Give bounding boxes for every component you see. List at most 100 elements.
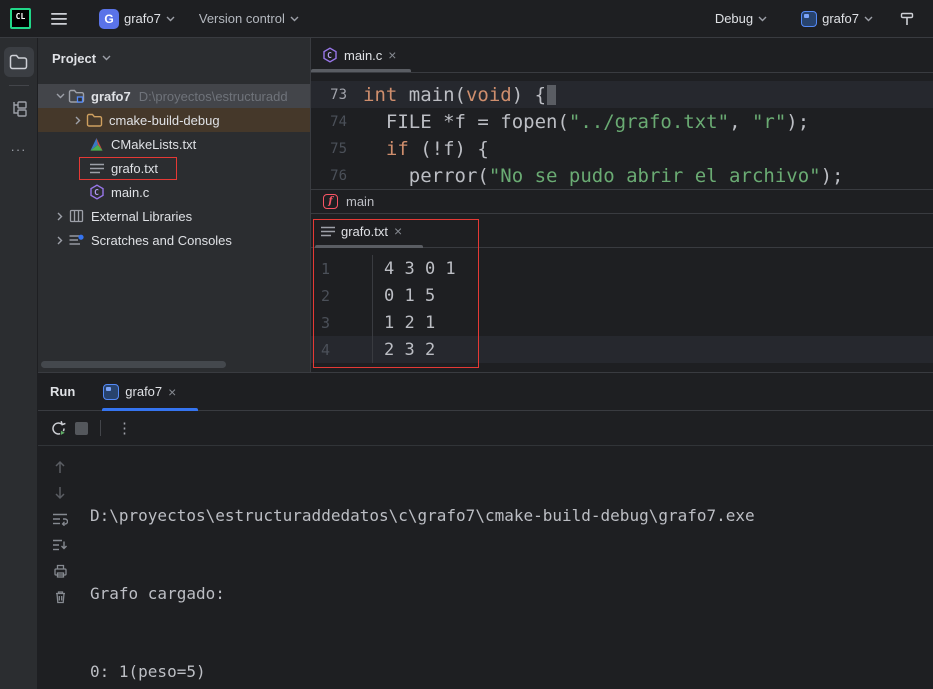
tab-main-c[interactable]: C main.c × xyxy=(311,38,406,72)
scroll-to-end-button[interactable] xyxy=(50,532,70,558)
run-tab-grafo7[interactable]: grafo7 × xyxy=(93,373,186,410)
structure-icon xyxy=(10,100,28,118)
tree-label: grafo7 xyxy=(91,89,131,104)
text-file-icon xyxy=(321,226,335,237)
c-letter: C xyxy=(94,188,99,197)
strip-divider xyxy=(9,85,29,86)
c-file-icon: C xyxy=(88,184,105,201)
close-icon[interactable]: × xyxy=(394,224,402,238)
console-output[interactable]: D:\proyectos\estructuraddedatos\c\grafo7… xyxy=(82,446,755,689)
clion-logo-icon: CL xyxy=(10,8,31,29)
project-panel-header[interactable]: Project xyxy=(38,38,310,78)
chevron-right-icon[interactable] xyxy=(52,236,68,245)
tree-row-main-c[interactable]: C main.c xyxy=(38,180,310,204)
tree-row-cmakelists[interactable]: CMakeLists.txt xyxy=(38,132,310,156)
stop-button[interactable] xyxy=(75,422,88,435)
grafo-tab-bar: grafo.txt × xyxy=(311,213,933,248)
active-tab-indicator xyxy=(315,245,423,248)
scroll-down-button[interactable] xyxy=(50,480,70,506)
structure-tool-button[interactable] xyxy=(4,94,34,124)
close-icon[interactable]: × xyxy=(168,385,176,399)
horizontal-scrollbar[interactable] xyxy=(41,361,226,368)
scroll-up-button[interactable] xyxy=(50,454,70,480)
run-toolbar: ⋮ xyxy=(38,411,933,446)
debug-mode-label: Debug xyxy=(715,11,753,26)
tree-label: CMakeLists.txt xyxy=(111,137,196,152)
tree-row-scratches[interactable]: Scratches and Consoles xyxy=(38,228,310,252)
tree-label: grafo.txt xyxy=(111,161,158,176)
project-widget-label: grafo7 xyxy=(124,11,161,26)
chevron-down-icon xyxy=(102,55,111,61)
rerun-button[interactable] xyxy=(50,420,67,437)
tab-label: grafo.txt xyxy=(341,224,388,239)
project-tool-button[interactable] xyxy=(4,47,34,77)
tab-grafo-txt[interactable]: grafo.txt × xyxy=(311,214,412,248)
line-number: 2 xyxy=(311,282,373,309)
cmake-icon xyxy=(88,136,105,153)
run-config-label: grafo7 xyxy=(822,11,859,26)
tree-row-external-libraries[interactable]: External Libraries xyxy=(38,204,310,228)
active-tab-indicator xyxy=(311,69,411,72)
line-number: 74 xyxy=(311,114,363,130)
tree-label: Scratches and Consoles xyxy=(91,233,232,248)
editor-area: C main.c × 73 int main(void) { 74 FILE *… xyxy=(310,38,933,372)
close-icon[interactable]: × xyxy=(388,48,396,62)
chevron-down-icon xyxy=(166,16,175,22)
code-line: 76 perror("No se pudo abrir el archivo")… xyxy=(311,162,933,189)
more-options-button[interactable]: ⋮ xyxy=(113,419,136,437)
code-line: 75 if (!f) { xyxy=(311,135,933,162)
grafo-line: 2 0 1 5 xyxy=(311,282,933,309)
run-panel-title[interactable]: Run xyxy=(38,384,93,399)
debug-mode-selector[interactable]: Debug xyxy=(709,7,773,30)
tree-row-grafo-txt[interactable]: grafo.txt xyxy=(38,156,310,180)
run-configuration-selector[interactable]: grafo7 xyxy=(795,7,879,31)
hamburger-icon xyxy=(51,13,67,25)
more-tool-windows-button[interactable]: ··· xyxy=(4,134,34,164)
caret-block xyxy=(547,85,556,105)
scratches-icon xyxy=(68,232,85,249)
sticky-function-header[interactable]: f main xyxy=(311,189,933,213)
hammer-icon xyxy=(899,11,915,27)
project-widget[interactable]: G grafo7 xyxy=(93,5,181,33)
main-toolbar: CL G grafo7 Version control Debug grafo7 xyxy=(0,0,933,38)
line-number: 1 xyxy=(311,255,373,282)
text-file-icon xyxy=(88,160,105,177)
chevron-right-icon[interactable] xyxy=(70,116,86,125)
console-line: 0: 1(peso=5) xyxy=(90,659,755,685)
vcs-widget[interactable]: Version control xyxy=(193,7,305,30)
console-gutter xyxy=(38,446,82,689)
c-letter: C xyxy=(327,51,332,60)
soft-wrap-button[interactable] xyxy=(50,506,70,532)
chevron-down-icon[interactable] xyxy=(52,93,68,99)
tree-row-project-root[interactable]: grafo7 D:\proyectos\estructuradd xyxy=(38,84,310,108)
library-icon xyxy=(68,208,85,225)
toolbar-separator xyxy=(100,420,101,436)
run-config-icon xyxy=(103,384,119,400)
folder-icon xyxy=(86,112,103,129)
code-line: 73 int main(void) { xyxy=(311,81,933,108)
chevron-right-icon[interactable] xyxy=(52,212,68,221)
chevron-down-icon xyxy=(290,16,299,22)
build-button[interactable] xyxy=(893,7,921,31)
run-config-icon xyxy=(801,11,817,27)
grafo-line: 3 1 2 1 xyxy=(311,309,933,336)
tree-label: main.c xyxy=(111,185,149,200)
main-menu-button[interactable] xyxy=(45,9,73,29)
clear-console-button[interactable] xyxy=(50,584,70,610)
tree-label: cmake-build-debug xyxy=(109,113,220,128)
tree-label: External Libraries xyxy=(91,209,192,224)
run-tab-label: grafo7 xyxy=(125,384,162,399)
project-folder-icon xyxy=(68,88,85,105)
grafo-line: 4 2 3 2 xyxy=(311,336,933,363)
print-button[interactable] xyxy=(50,558,70,584)
run-tool-window: Run grafo7 × ⋮ xyxy=(38,372,933,689)
c-file-icon: C xyxy=(321,47,338,64)
folder-icon xyxy=(9,54,28,70)
grafo-file-view[interactable]: 1 4 3 0 1 2 0 1 5 3 1 2 1 4 2 3 2 xyxy=(311,248,933,363)
run-header: Run grafo7 × xyxy=(38,373,933,411)
tree-row-cmake-build-debug[interactable]: cmake-build-debug xyxy=(38,108,310,132)
code-line: 74 FILE *f = fopen("../grafo.txt", "r"); xyxy=(311,108,933,135)
code-view[interactable]: 73 int main(void) { 74 FILE *f = fopen("… xyxy=(311,73,933,189)
active-tab-indicator xyxy=(102,408,198,411)
line-number: 75 xyxy=(311,141,363,157)
